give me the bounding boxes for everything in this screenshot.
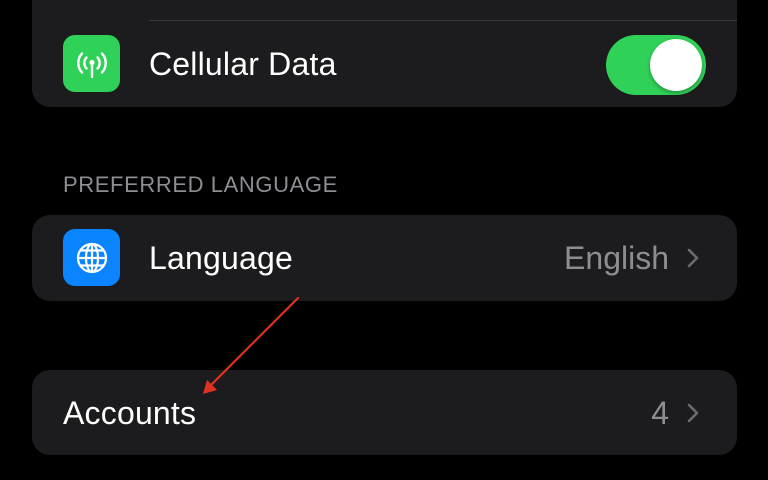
chevron-right-icon <box>687 403 699 423</box>
accounts-row[interactable]: Accounts 4 <box>32 370 737 456</box>
chevron-right-icon <box>687 248 699 268</box>
settings-group-connectivity: Cellular Data <box>32 0 737 107</box>
language-value: English <box>564 240 669 276</box>
settings-group-accounts: Accounts 4 <box>32 370 737 455</box>
toggle-knob <box>650 39 702 91</box>
preferred-language-header: PREFERRED LANGUAGE <box>63 172 338 197</box>
language-label: Language <box>149 240 293 276</box>
cellular-data-toggle[interactable] <box>606 35 706 95</box>
globe-icon <box>63 229 120 286</box>
cellular-data-label: Cellular Data <box>149 46 337 82</box>
antenna-signal-icon <box>63 35 120 92</box>
accounts-label: Accounts <box>63 395 197 431</box>
accounts-count: 4 <box>651 395 669 431</box>
settings-group-language: Language English <box>32 215 737 301</box>
language-row[interactable]: Language English <box>32 215 737 301</box>
cellular-data-row[interactable]: Cellular Data <box>32 21 737 107</box>
